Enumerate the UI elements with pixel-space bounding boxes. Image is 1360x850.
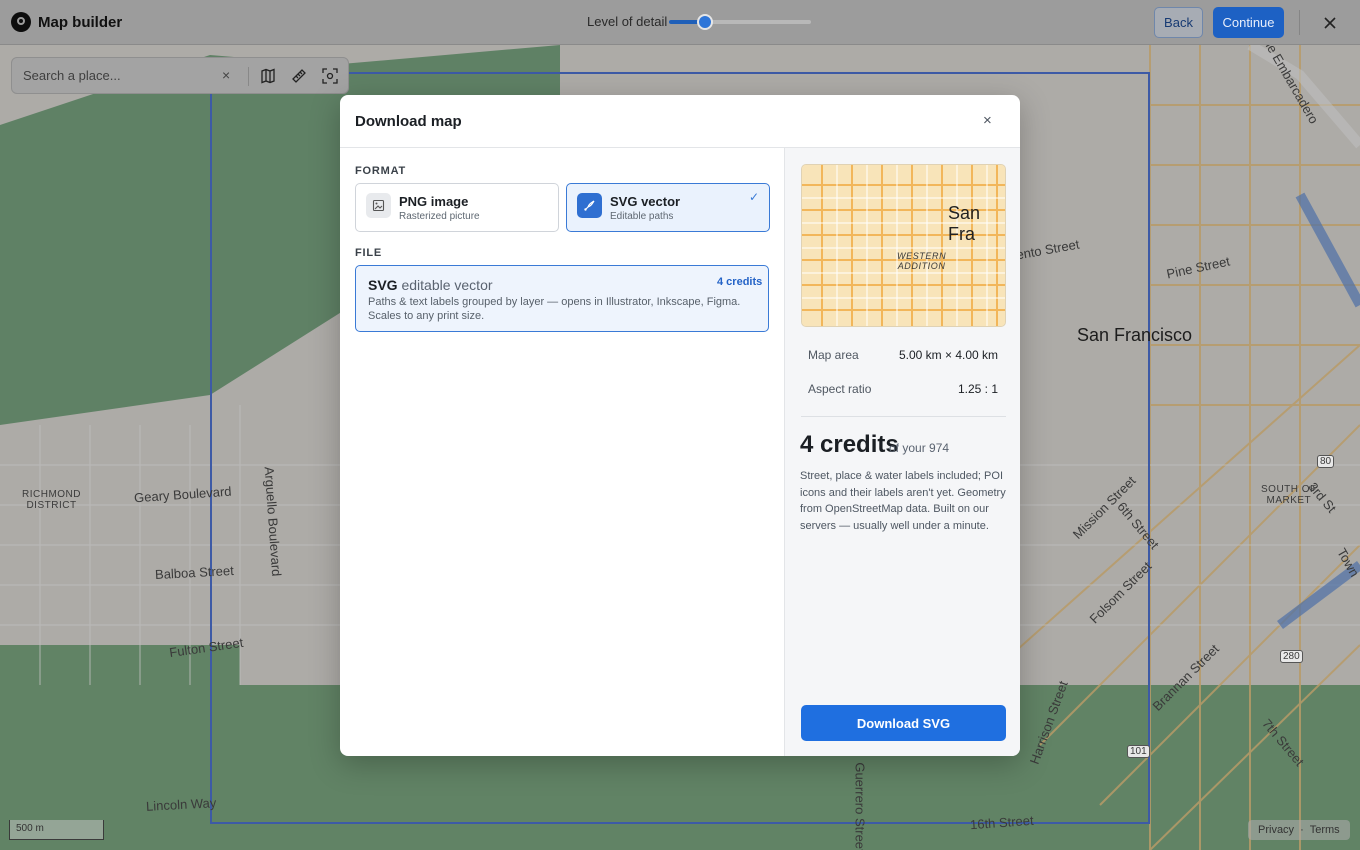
checkmark-icon: ✓ [749,190,760,204]
stat-aspect-ratio: Aspect ratio 1.25 : 1 [808,382,998,396]
dialog-header: Download map × [340,95,1020,148]
footer-separator: · [1300,824,1304,836]
clear-search-icon[interactable]: × [222,67,230,83]
format-subtitle: Rasterized picture [399,211,480,222]
format-title: PNG image [399,194,469,209]
highway-shield-280: 280 [1280,650,1303,663]
back-button[interactable]: Back [1154,7,1203,38]
screenshot-icon[interactable] [321,67,341,87]
search-input[interactable] [23,68,213,83]
brand: Map builder [11,12,122,32]
credits-balance: of your 974 [889,441,950,455]
map-icon[interactable] [259,67,279,87]
vector-pen-icon [577,193,602,218]
dialog-options-pane: FORMAT PNG image Rasterized picture SVG … [340,148,784,756]
stat-label: Aspect ratio [808,382,872,396]
close-icon[interactable] [1318,11,1342,35]
stat-label: Map area [808,348,859,362]
dialog-close-icon[interactable]: × [983,112,992,129]
search-toolbar: × [11,57,349,94]
format-option-svg[interactable]: SVG vector Editable paths ✓ [566,183,770,232]
dialog-title: Download map [355,113,462,130]
file-description: Paths & text labels grouped by layer — o… [368,296,741,322]
file-credits-badge: 4 credits [717,276,763,288]
download-map-dialog: Download map × FORMAT PNG image Rasteriz… [340,95,1020,756]
preview-label-district: WESTERN ADDITION [897,251,947,271]
preview-label-city: San Fra [948,203,981,244]
privacy-link[interactable]: Privacy [1258,824,1294,836]
credits-description: Street, place & water labels included; P… [800,470,1006,532]
highway-shield-101: 101 [1127,745,1150,758]
credits-amount: 4 credits [800,431,899,458]
toolbar-divider [248,67,249,86]
format-subtitle: Editable paths [610,211,674,222]
file-option-svg[interactable]: SVG editable vector 4 credits Paths & te… [355,265,769,332]
format-title: SVG vector [610,194,681,209]
map-pin-icon [11,12,31,32]
app-title: Map builder [38,13,123,31]
map-label-guerrero: Guerrero Street [852,762,868,850]
map-preview-thumbnail: San Fra WESTERN ADDITION [801,164,1006,327]
terms-link[interactable]: Terms [1310,824,1340,836]
level-of-detail-slider[interactable] [669,14,811,30]
format-section-label: FORMAT [355,165,407,177]
ruler-icon[interactable] [290,67,310,87]
map-scale-bar: 500 m [9,820,104,840]
file-format: SVG [368,277,398,293]
map-label-san-francisco: San Francisco [1077,325,1193,345]
stat-map-area: Map area 5.00 km × 4.00 km [808,348,998,362]
scale-label: 500 m [16,823,44,834]
image-icon [366,193,391,218]
file-heading: SVG editable vector [368,277,493,293]
file-format-desc: editable vector [401,277,493,293]
dialog-summary-pane: San Fra WESTERN ADDITION Map area 5.00 k… [784,148,1020,756]
topbar-divider [1299,10,1300,35]
level-of-detail-label: Level of detail [587,14,668,29]
slider-thumb[interactable] [697,14,713,30]
map-footer-links: Privacy · Terms [1248,820,1350,840]
stat-value: 1.25 : 1 [957,382,998,396]
stat-value: 5.00 km × 4.00 km [898,348,998,362]
download-svg-button[interactable]: Download SVG [801,705,1006,741]
format-option-png[interactable]: PNG image Rasterized picture [355,183,559,232]
highway-shield-80: 80 [1317,455,1335,468]
top-bar: Map builder Level of detail Back Continu… [0,0,1360,45]
continue-button[interactable]: Continue [1213,7,1284,38]
file-section-label: FILE [355,247,383,259]
map-label-richmond: RICHMOND DISTRICT [22,489,81,511]
summary-divider [801,416,1006,417]
